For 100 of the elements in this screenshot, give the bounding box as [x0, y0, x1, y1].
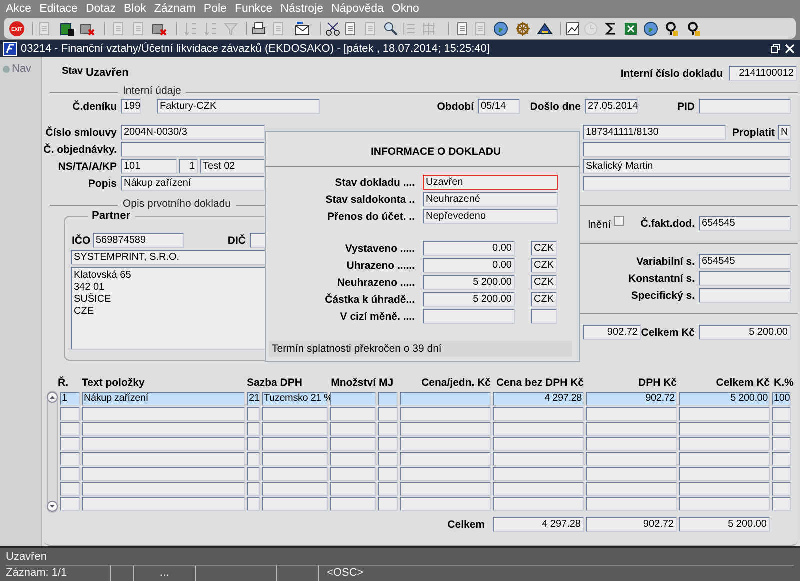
table-cell[interactable]: [82, 422, 245, 436]
table-cell[interactable]: [60, 467, 80, 481]
search-icon[interactable]: [382, 20, 399, 37]
table-cell[interactable]: [60, 482, 80, 496]
table-cell[interactable]: [330, 452, 376, 466]
input-field[interactable]: 5 200.00: [699, 325, 791, 340]
total-field[interactable]: 902.72: [586, 517, 677, 532]
table-cell[interactable]: [330, 482, 376, 496]
input-field[interactable]: Nepřevedeno: [423, 209, 558, 224]
table-cell[interactable]: [679, 482, 770, 496]
menu-item[interactable]: Akce: [2, 3, 36, 15]
input-field[interactable]: Uzavřen: [423, 175, 558, 190]
table-cell[interactable]: [586, 467, 677, 481]
printer-icon[interactable]: [250, 20, 267, 37]
table-cell[interactable]: [330, 422, 376, 436]
table-cell[interactable]: [378, 422, 398, 436]
table-cell[interactable]: [247, 482, 260, 496]
table-cell[interactable]: [60, 407, 80, 421]
input-field[interactable]: 27.05.2014: [585, 99, 638, 114]
table-cell[interactable]: [262, 437, 328, 451]
input-field[interactable]: CZK: [531, 258, 557, 273]
table-cell[interactable]: [772, 467, 791, 481]
table-cell[interactable]: [679, 497, 770, 511]
table-cell[interactable]: [586, 437, 677, 451]
input-field[interactable]: 101: [121, 159, 177, 174]
table-cell[interactable]: [378, 467, 398, 481]
restore-icon[interactable]: [771, 44, 781, 54]
table-cell[interactable]: [772, 407, 791, 421]
input-field[interactable]: [583, 176, 791, 191]
table-cell[interactable]: [60, 422, 80, 436]
input-field[interactable]: [699, 288, 791, 303]
table-cell[interactable]: [247, 437, 260, 451]
total-field[interactable]: 5 200.00: [679, 517, 770, 532]
browser-icon[interactable]: [642, 20, 659, 37]
table-cell[interactable]: [679, 422, 770, 436]
scroll-up-icon[interactable]: [47, 392, 58, 403]
table-cell[interactable]: [247, 497, 260, 511]
table-cell[interactable]: [247, 452, 260, 466]
input-field[interactable]: 0.00: [423, 258, 515, 273]
input-field[interactable]: 654545: [699, 254, 791, 269]
input-field[interactable]: CZK: [531, 275, 557, 290]
total-field[interactable]: 4 297.28: [493, 517, 584, 532]
table-cell[interactable]: [493, 422, 584, 436]
table-cell[interactable]: [330, 497, 376, 511]
table-cell[interactable]: [493, 407, 584, 421]
scroll-down-icon[interactable]: [47, 501, 58, 512]
input-field[interactable]: Faktury-CZK: [157, 99, 320, 114]
menu-item[interactable]: Záznam: [150, 3, 200, 15]
table-cell[interactable]: [378, 452, 398, 466]
table-cell[interactable]: [679, 437, 770, 451]
input-field[interactable]: CZK: [531, 241, 557, 256]
menu-item[interactable]: Nápověda: [327, 3, 388, 15]
input-field[interactable]: 5 200.00: [423, 292, 515, 307]
table-cell[interactable]: [493, 482, 584, 496]
table-cell[interactable]: [378, 407, 398, 421]
chart-icon[interactable]: [564, 20, 581, 37]
table-cell[interactable]: [82, 452, 245, 466]
menu-item[interactable]: Blok: [120, 3, 150, 15]
menu-item[interactable]: Funkce: [230, 3, 277, 15]
table-cell[interactable]: [82, 482, 245, 496]
table-cell[interactable]: [772, 452, 791, 466]
table-cell[interactable]: [60, 437, 80, 451]
menu-item[interactable]: Dotaz: [82, 3, 120, 15]
input-field[interactable]: 0.00: [423, 241, 515, 256]
input-field[interactable]: [699, 99, 791, 114]
table-cell[interactable]: [262, 422, 328, 436]
scrollbar[interactable]: [47, 391, 58, 513]
table-cell[interactable]: [772, 497, 791, 511]
table-cell[interactable]: [378, 392, 398, 406]
input-field[interactable]: Skalický Martin: [583, 159, 791, 174]
table-cell[interactable]: [400, 422, 491, 436]
input-field[interactable]: 1: [179, 159, 198, 174]
input-field[interactable]: [583, 142, 791, 157]
table-cell[interactable]: [60, 497, 80, 511]
close-icon[interactable]: [785, 44, 795, 54]
table-cell[interactable]: [247, 467, 260, 481]
table-cell[interactable]: [82, 467, 245, 481]
table-cell[interactable]: [400, 467, 491, 481]
table-cell[interactable]: Nákup zařízení: [82, 392, 245, 406]
table-cell[interactable]: [82, 497, 245, 511]
table-cell[interactable]: [493, 497, 584, 511]
cut-icon[interactable]: [324, 20, 341, 37]
table-cell[interactable]: [82, 437, 245, 451]
spreadsheet-icon[interactable]: [622, 20, 639, 37]
table-cell[interactable]: [493, 437, 584, 451]
input-field[interactable]: [531, 309, 557, 324]
table-cell[interactable]: [262, 452, 328, 466]
table-cell[interactable]: [400, 392, 491, 406]
input-field[interactable]: [121, 142, 265, 157]
table-cell[interactable]: [82, 407, 245, 421]
table-cell[interactable]: [772, 482, 791, 496]
input-field[interactable]: 902.72: [583, 325, 641, 340]
table-cell[interactable]: [586, 407, 677, 421]
table-cell[interactable]: [400, 437, 491, 451]
mail-icon[interactable]: [294, 20, 311, 37]
input-field[interactable]: 05/14: [478, 99, 520, 114]
table-cell[interactable]: [262, 497, 328, 511]
table-cell[interactable]: [330, 392, 376, 406]
table-cell[interactable]: 21: [247, 392, 260, 406]
input-field[interactable]: [699, 271, 791, 286]
